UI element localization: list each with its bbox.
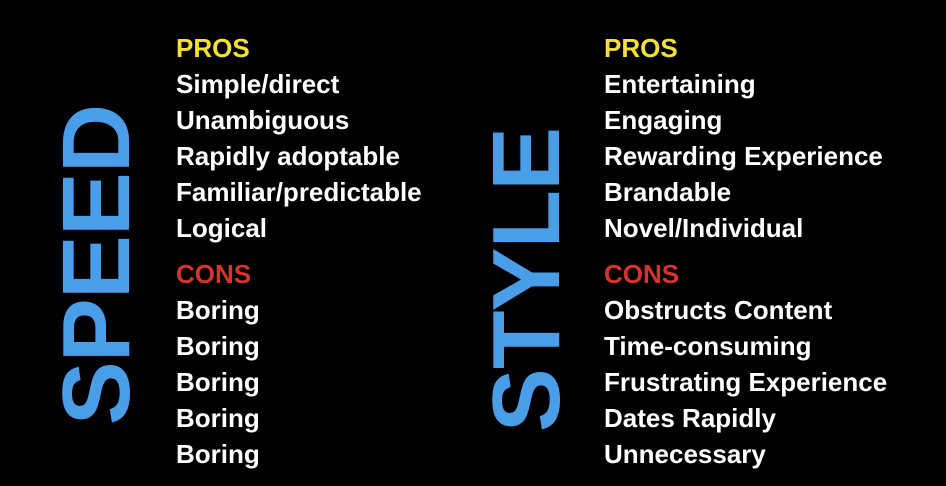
style-cons-item: Obstructs Content xyxy=(604,295,833,325)
style-cons-header: CONS xyxy=(604,259,680,289)
style-pros-header: PROS xyxy=(604,33,678,63)
speed-column: PROS Simple/direct Unambiguous Rapidly a… xyxy=(176,30,422,472)
style-pros-item: Rewarding Experience xyxy=(604,141,883,171)
speed-pros-header: PROS xyxy=(176,33,250,63)
style-column: PROS Entertaining Engaging Rewarding Exp… xyxy=(604,30,887,472)
style-pros-item: Engaging xyxy=(604,105,723,135)
speed-cons-item: Boring xyxy=(176,367,260,397)
slide: SPEED STYLE PROS Simple/direct Unambiguo… xyxy=(0,0,946,486)
speed-pros-item: Unambiguous xyxy=(176,105,350,135)
style-pros-list: Entertaining Engaging Rewarding Experien… xyxy=(604,66,887,246)
speed-cons-item: Boring xyxy=(176,331,260,361)
speed-cons-item: Boring xyxy=(176,295,260,325)
style-cons-list: Obstructs Content Time-consuming Frustra… xyxy=(604,292,887,472)
style-vertical-title: STYLE xyxy=(473,127,580,433)
style-pros-item: Entertaining xyxy=(604,69,756,99)
speed-pros-item: Logical xyxy=(176,213,268,243)
style-cons-item: Unnecessary xyxy=(604,439,766,469)
style-cons-item: Time-consuming xyxy=(604,331,812,361)
speed-pros-item: Simple/direct xyxy=(176,69,340,99)
speed-vertical-title: SPEED xyxy=(43,104,150,426)
speed-pros-item: Rapidly adoptable xyxy=(176,141,400,171)
speed-cons-item: Boring xyxy=(176,403,260,433)
style-cons-item: Frustrating Experience xyxy=(604,367,888,397)
style-pros-item: Novel/Individual xyxy=(604,213,804,243)
speed-pros-item: Familiar/predictable xyxy=(176,177,422,207)
speed-pros-list: Simple/direct Unambiguous Rapidly adopta… xyxy=(176,66,422,246)
speed-cons-header: CONS xyxy=(176,259,252,289)
speed-cons-list: Boring Boring Boring Boring Boring xyxy=(176,292,422,472)
style-cons-item: Dates Rapidly xyxy=(604,403,776,433)
style-pros-item: Brandable xyxy=(604,177,732,207)
speed-cons-item: Boring xyxy=(176,439,260,469)
